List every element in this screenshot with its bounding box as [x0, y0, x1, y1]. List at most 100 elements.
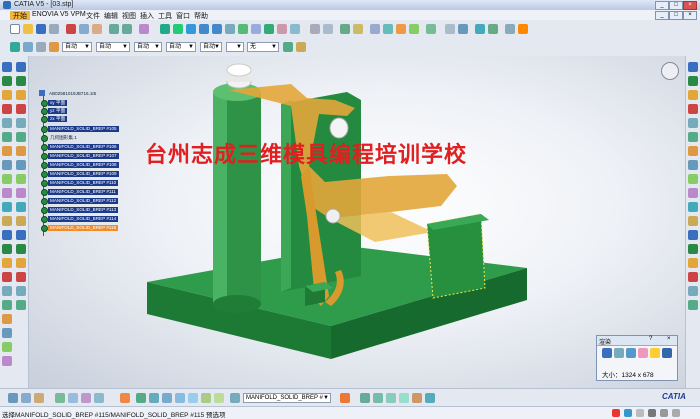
tool-icon-e[interactable]	[370, 24, 380, 34]
tools-icon-i[interactable]	[136, 393, 146, 403]
fit-all-icon[interactable]	[160, 24, 170, 34]
tools-icon-v[interactable]	[412, 393, 422, 403]
render-save-icon[interactable]	[662, 348, 672, 358]
lefttb2-tool-icon-1[interactable]	[16, 62, 26, 72]
redo-icon[interactable]	[122, 24, 132, 34]
compass-icon[interactable]	[661, 62, 679, 80]
righttb-tool-icon-18[interactable]	[688, 300, 698, 310]
lefttb-tool-icon-6[interactable]	[2, 132, 12, 142]
menu-enovia[interactable]: ENOVIA V5 VPM	[32, 11, 86, 18]
3d-viewport[interactable]: AB02581019JB716.1t5 xy 平面 yz 平面 zx 平面 MA…	[29, 56, 685, 388]
tools-icon-c[interactable]	[34, 393, 44, 403]
lefttb2-tool-icon-2[interactable]	[16, 76, 26, 86]
righttb-tool-icon-8[interactable]	[688, 160, 698, 170]
tree-root[interactable]: AB02581019JB716.1t5	[47, 91, 98, 97]
render-capture-icon[interactable]	[638, 348, 648, 358]
lefttb-tool-icon-3[interactable]	[2, 90, 12, 100]
lefttb-tool-icon-9[interactable]	[2, 174, 12, 184]
print-icon[interactable]	[49, 24, 59, 34]
lefttb2-tool-icon-10[interactable]	[16, 188, 26, 198]
lefttb-tool-icon-13[interactable]	[2, 230, 12, 240]
save-icon[interactable]	[36, 24, 46, 34]
tools-icon-a[interactable]	[8, 393, 18, 403]
tools-icon-j[interactable]	[149, 393, 159, 403]
tree-item-brep-110[interactable]: MANIFOLD_SOLID_BREP #110	[48, 180, 119, 186]
minimize-button[interactable]: _	[655, 1, 669, 10]
lefttb-tool-icon-14[interactable]	[2, 244, 12, 254]
tray-icon-a[interactable]	[624, 409, 632, 417]
lefttb-tool-icon-12[interactable]	[2, 216, 12, 226]
doc-restore-button[interactable]: □	[669, 11, 683, 20]
normal-view-icon[interactable]	[225, 24, 235, 34]
undo-icon[interactable]	[109, 24, 119, 34]
tray-icon-b[interactable]	[636, 409, 644, 417]
layer-combo[interactable]: 无 ▼	[247, 42, 279, 52]
lefttb-tool-icon-1[interactable]	[2, 62, 12, 72]
line-type-combo[interactable]: 自动 ▼	[166, 42, 196, 52]
righttb-tool-icon-4[interactable]	[688, 104, 698, 114]
tools-icon-g[interactable]	[94, 393, 104, 403]
color-icon[interactable]	[10, 42, 20, 52]
lefttb-tool-icon-16[interactable]	[2, 272, 12, 282]
righttb-tool-icon-3[interactable]	[688, 90, 698, 100]
new-icon[interactable]	[10, 24, 20, 34]
tools-icon-n[interactable]	[201, 393, 211, 403]
lefttb2-tool-icon-9[interactable]	[16, 174, 26, 184]
ime-icon[interactable]	[612, 409, 620, 417]
lefttb-tool-icon-11[interactable]	[2, 202, 12, 212]
tool-icon-k[interactable]	[458, 24, 468, 34]
tools-icon-h[interactable]	[120, 393, 130, 403]
tray-icon-d[interactable]	[660, 409, 668, 417]
shading-icon[interactable]	[264, 24, 274, 34]
tools-icon-q[interactable]	[340, 393, 350, 403]
lefttb-tool-icon-8[interactable]	[2, 160, 12, 170]
lefttb2-tool-icon-6[interactable]	[16, 132, 26, 142]
lefttb2-tool-icon-3[interactable]	[16, 90, 26, 100]
tools-icon-f[interactable]	[81, 393, 91, 403]
righttb-tool-icon-5[interactable]	[688, 118, 698, 128]
paste-icon[interactable]	[92, 24, 102, 34]
tools-icon-b[interactable]	[21, 393, 31, 403]
tools-icon-p[interactable]	[230, 393, 240, 403]
tree-item-brep-106[interactable]: MANIFOLD_SOLID_BREP #106	[48, 144, 119, 150]
righttb-tool-icon-7[interactable]	[688, 146, 698, 156]
righttb-tool-icon-12[interactable]	[688, 216, 698, 226]
render-settings-icon[interactable]	[614, 348, 624, 358]
rotate-icon[interactable]	[186, 24, 196, 34]
pan-icon[interactable]	[173, 24, 183, 34]
tool-icon-a[interactable]	[310, 24, 320, 34]
tool-icon-f[interactable]	[383, 24, 393, 34]
tool-icon-m[interactable]	[488, 24, 498, 34]
righttb-tool-icon-15[interactable]	[688, 258, 698, 268]
tool-icon-i[interactable]	[426, 24, 436, 34]
lefttb-tool-icon-15[interactable]	[2, 258, 12, 268]
righttb-tool-icon-6[interactable]	[688, 132, 698, 142]
tools-icon-k[interactable]	[162, 393, 172, 403]
help-icon[interactable]: ?	[649, 336, 652, 342]
painter-icon[interactable]	[283, 42, 293, 52]
tools-icon-s[interactable]	[373, 393, 383, 403]
lefttb2-tool-icon-13[interactable]	[16, 230, 26, 240]
tree-item-brep-108[interactable]: MANIFOLD_SOLID_BREP #108	[48, 162, 119, 168]
tools-icon-e[interactable]	[68, 393, 78, 403]
point-symbol-combo[interactable]: 自动 ▼	[200, 42, 222, 52]
swap-space-icon[interactable]	[290, 24, 300, 34]
tree-item-yz-plane[interactable]: yz 平面	[48, 108, 68, 114]
tool-icon-l[interactable]	[475, 24, 485, 34]
cut-icon[interactable]	[66, 24, 76, 34]
tool-icon-h[interactable]	[409, 24, 419, 34]
tree-item-xy-plane[interactable]: xy 平面	[48, 100, 68, 106]
hide-show-icon[interactable]	[277, 24, 287, 34]
render-folder-icon[interactable]	[650, 348, 660, 358]
tools-icon-r[interactable]	[360, 393, 370, 403]
tree-item-zx-plane[interactable]: zx 平面	[48, 116, 68, 122]
render-icon[interactable]	[602, 348, 612, 358]
zoom-out-icon[interactable]	[212, 24, 222, 34]
tools-icon-l[interactable]	[175, 393, 185, 403]
layer-combo-icon[interactable]: ▼	[226, 42, 244, 52]
tool-icon-j[interactable]	[445, 24, 455, 34]
tray-icon-c[interactable]	[648, 409, 656, 417]
lefttb2-tool-icon-12[interactable]	[16, 216, 26, 226]
line-thickness-combo[interactable]: 自动 ▼	[134, 42, 162, 52]
tools-icon-t[interactable]	[386, 393, 396, 403]
